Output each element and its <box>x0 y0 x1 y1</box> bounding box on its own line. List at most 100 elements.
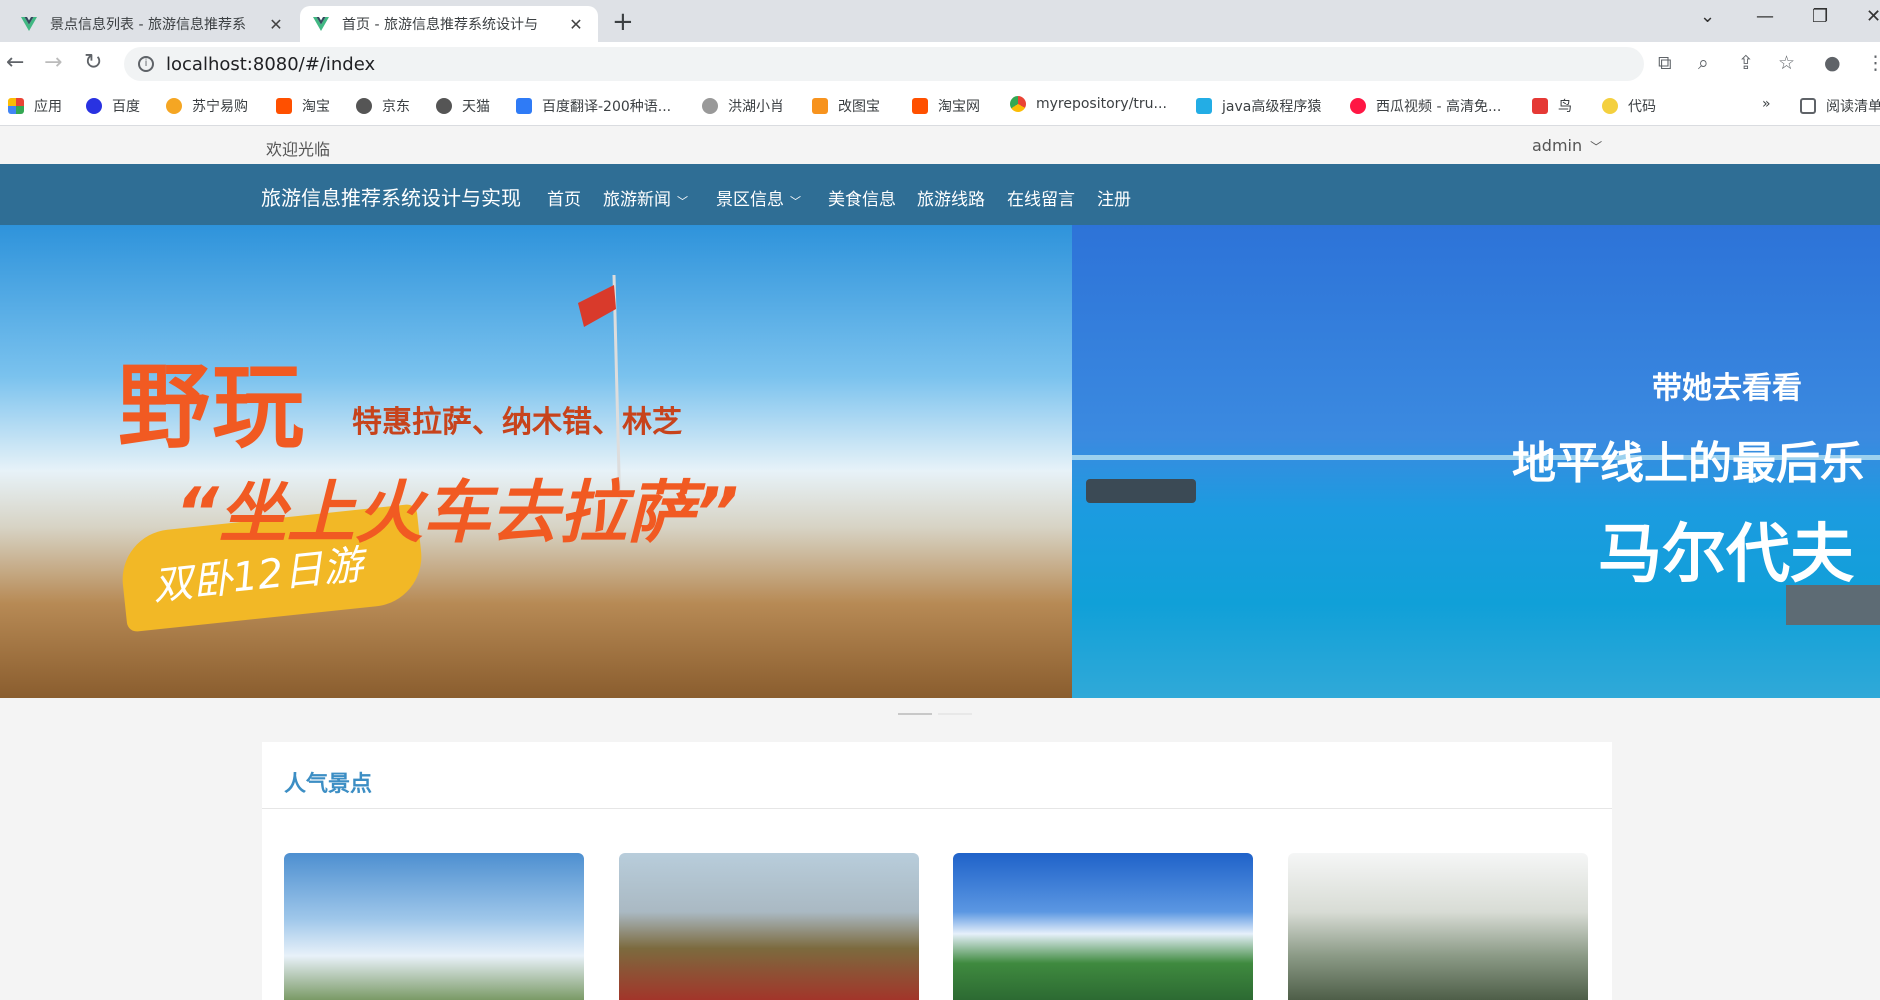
user-menu[interactable]: admin ﹀ <box>1532 136 1602 155</box>
bookmark-label: 百度 <box>112 99 140 115</box>
menu-kebab-icon[interactable]: ⋮ <box>1866 52 1880 74</box>
bookmark-bird[interactable]: 鸟 <box>1532 96 1572 116</box>
restore-icon[interactable]: ❐ <box>1812 6 1828 27</box>
bookmarks-bar: 应用 百度 苏宁易购 淘宝 京东 天猫 百度翻译-200种语... 洪湖小肖 改… <box>0 86 1880 126</box>
banner-line-2: 地平线上的最后乐 <box>1512 438 1864 489</box>
bookmark-label: 淘宝 <box>302 99 330 115</box>
browser-tab-bar: 景点信息列表 - 旅游信息推荐系 ✕ 首页 - 旅游信息推荐系统设计与 ✕ + … <box>0 0 1880 42</box>
attraction-card[interactable] <box>284 853 584 1000</box>
xigua-icon <box>1350 98 1366 114</box>
carousel-indicators <box>898 713 972 715</box>
nav-label: 景区信息 <box>716 190 784 210</box>
minimize-icon[interactable]: — <box>1756 6 1774 27</box>
taobao-icon <box>912 98 928 114</box>
nav-travel-news[interactable]: 旅游新闻 ﹀ <box>603 185 688 210</box>
browser-tab-home[interactable]: 首页 - 旅游信息推荐系统设计与 ✕ <box>300 6 598 42</box>
bookmark-java[interactable]: java高级程序猿 <box>1196 96 1321 116</box>
nav-label: 首页 <box>547 190 581 210</box>
bookmark-myrepository[interactable]: myrepository/tru... <box>1010 96 1167 112</box>
banner-headline: 野玩 <box>118 354 307 461</box>
browser-tab-scenic-list[interactable]: 景点信息列表 - 旅游信息推荐系 ✕ <box>8 6 298 42</box>
site-info-icon[interactable]: i <box>138 56 154 72</box>
top-info-bar: 欢迎光临 admin ﹀ <box>0 126 1880 164</box>
bookmark-gaitubao[interactable]: 改图宝 <box>812 96 880 116</box>
banner-line-1: 带她去看看 <box>1652 371 1802 406</box>
nav-label: 注册 <box>1097 190 1131 210</box>
globe-icon <box>436 98 452 114</box>
welcome-text: 欢迎光临 <box>266 140 331 159</box>
zoom-icon[interactable]: ⌕ <box>1698 52 1709 74</box>
url-text: localhost:8080/#/index <box>166 53 376 75</box>
bookmark-apps[interactable]: 应用 <box>8 96 62 116</box>
bookmark-label: 西瓜视频 - 高清免... <box>1376 99 1502 115</box>
back-icon[interactable]: ← <box>6 50 24 75</box>
taobao-icon <box>276 98 292 114</box>
share-icon[interactable]: ⇪ <box>1738 52 1754 74</box>
tab-search-chevron-icon[interactable]: ⌄ <box>1700 6 1715 27</box>
section-title: 人气景点 <box>284 772 373 797</box>
vue-logo-icon <box>20 15 38 33</box>
bookmark-jd[interactable]: 京东 <box>356 96 410 116</box>
close-tab-icon[interactable]: ✕ <box>566 15 586 34</box>
carousel-indicator-2[interactable] <box>938 713 972 715</box>
water-villa-graphic <box>1086 479 1196 503</box>
bookmark-label: 京东 <box>382 99 410 115</box>
close-window-icon[interactable]: ✕ <box>1866 6 1880 27</box>
nav-label: 在线留言 <box>1007 190 1075 210</box>
attraction-card[interactable] <box>1288 853 1588 1000</box>
tab-title: 首页 - 旅游信息推荐系统设计与 <box>342 17 538 33</box>
bookmark-label: 百度翻译-200种语... <box>542 99 672 115</box>
attraction-card[interactable] <box>953 853 1253 1000</box>
bookmark-baidu[interactable]: 百度 <box>86 96 140 116</box>
banner-slogan: “坐上火车去拉萨” <box>175 474 739 553</box>
bookmark-label: 洪湖小肖 <box>728 99 784 115</box>
nav-register[interactable]: 注册 <box>1097 185 1131 210</box>
site-brand[interactable]: 旅游信息推荐系统设计与实现 <box>261 182 521 211</box>
translate-icon[interactable]: ⧉ <box>1658 52 1672 74</box>
reading-list-button[interactable]: 阅读清单 <box>1800 96 1880 116</box>
carousel-indicator-1[interactable] <box>898 713 932 715</box>
forward-icon[interactable]: → <box>44 50 62 75</box>
bookmark-label: 代码 <box>1628 99 1656 115</box>
attraction-card[interactable] <box>619 853 919 1000</box>
bookmark-baidu-translate[interactable]: 百度翻译-200种语... <box>516 96 671 116</box>
bookmark-tmall[interactable]: 天猫 <box>436 96 490 116</box>
reload-icon[interactable]: ↻ <box>84 50 102 75</box>
nav-food-info[interactable]: 美食信息 <box>828 185 896 210</box>
bookmark-label: 改图宝 <box>838 99 880 115</box>
gaitubao-icon <box>812 98 828 114</box>
reading-list-icon <box>1800 98 1816 114</box>
nav-label: 旅游新闻 <box>603 190 671 210</box>
banner-carousel[interactable]: 野玩 特惠拉萨、纳木错、林芝 “坐上火车去拉萨” 双卧12日游 带她去看看 地平… <box>0 225 1880 698</box>
feather-icon <box>702 98 718 114</box>
reading-list-label: 阅读清单 <box>1826 99 1880 115</box>
chevron-down-icon: ﹀ <box>1590 140 1603 154</box>
banner-subtitle: 特惠拉萨、纳木错、林芝 <box>352 405 682 440</box>
more-bookmarks-button[interactable]: » <box>1762 96 1771 112</box>
bookmark-label: myrepository/tru... <box>1036 96 1167 112</box>
nav-home[interactable]: 首页 <box>547 185 581 210</box>
nav-message-board[interactable]: 在线留言 <box>1007 185 1075 210</box>
bookmark-honghu[interactable]: 洪湖小肖 <box>702 96 784 116</box>
bookmark-star-icon[interactable]: ☆ <box>1778 52 1795 74</box>
bookmark-taobao[interactable]: 淘宝 <box>276 96 330 116</box>
bookmark-label: java高级程序猿 <box>1222 99 1322 115</box>
bookmark-taobao-web[interactable]: 淘宝网 <box>912 96 980 116</box>
main-nav: 旅游信息推荐系统设计与实现 首页 旅游新闻 ﹀ 景区信息 ﹀ 美食信息 旅游线路 在… <box>0 164 1880 225</box>
section-header: 人气景点 <box>262 742 1612 809</box>
bookmark-code[interactable]: 代码 <box>1602 96 1656 116</box>
bird-icon <box>1532 98 1548 114</box>
nav-travel-routes[interactable]: 旅游线路 <box>917 185 985 210</box>
bookmark-xigua[interactable]: 西瓜视频 - 高清免... <box>1350 96 1501 116</box>
nav-label: 美食信息 <box>828 190 896 210</box>
profile-avatar-icon[interactable]: ● <box>1824 52 1841 74</box>
nav-label: 旅游线路 <box>917 190 985 210</box>
more-bookmarks-icon: » <box>1762 96 1771 112</box>
url-input[interactable]: i localhost:8080/#/index <box>124 47 1644 81</box>
vue-logo-icon <box>312 15 330 33</box>
close-tab-icon[interactable]: ✕ <box>266 15 286 34</box>
new-tab-button[interactable]: + <box>612 7 634 37</box>
bilibili-icon <box>1196 98 1212 114</box>
bookmark-suning[interactable]: 苏宁易购 <box>166 96 248 116</box>
nav-scenic-info[interactable]: 景区信息 ﹀ <box>716 185 801 210</box>
